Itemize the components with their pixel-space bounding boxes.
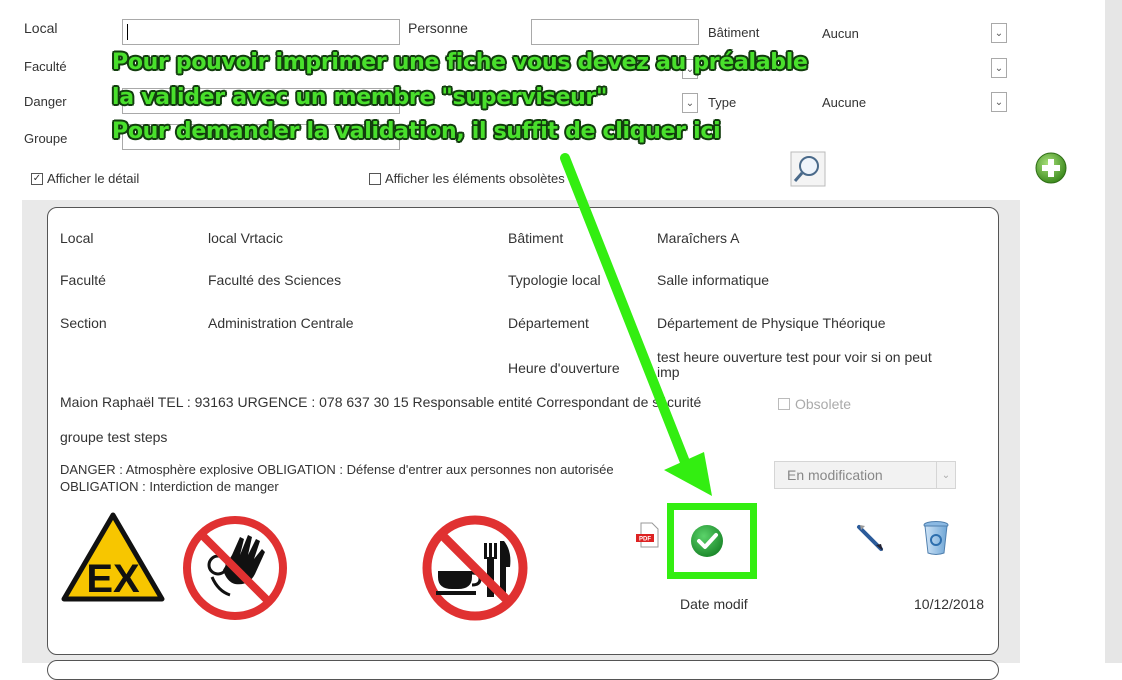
validate-highlight-box xyxy=(667,503,757,579)
obsolete-checkbox[interactable] xyxy=(778,398,790,410)
record-typologie-label: Typologie local xyxy=(508,272,601,288)
record-faculte-value: Faculté des Sciences xyxy=(208,272,342,288)
obsolete-label: Obsolete xyxy=(795,396,852,412)
text-caret xyxy=(127,24,128,40)
add-icon[interactable] xyxy=(1035,152,1067,184)
afficher-obsoletes-label: Afficher les éléments obsolètes xyxy=(385,171,565,186)
filter-batiment-select[interactable]: Aucun ⌄ xyxy=(812,20,1007,46)
status-select[interactable]: En modification ⌄ xyxy=(774,461,956,489)
afficher-detail-label: Afficher le détail xyxy=(47,171,140,186)
filter-type-label: Type xyxy=(708,95,737,110)
chevron-down-icon[interactable]: ⌄ xyxy=(682,93,698,113)
record-section-label: Section xyxy=(60,315,107,331)
status-select-value: En modification xyxy=(787,467,883,483)
chevron-down-icon[interactable]: ⌄ xyxy=(936,462,955,488)
record-batiment-value: Maraîchers A xyxy=(657,230,740,246)
record-departement-value: Département de Physique Théorique xyxy=(657,315,886,331)
filter-batiment-value: Aucun xyxy=(822,26,859,41)
no-eating-sign xyxy=(422,515,528,621)
record-local-label: Local xyxy=(60,230,94,246)
trash-icon[interactable] xyxy=(922,520,950,556)
explosive-atmosphere-sign: EX xyxy=(61,512,165,602)
filter-type-value: Aucune xyxy=(822,95,867,110)
filter-danger-label: Danger xyxy=(24,94,67,109)
right-scroll-band xyxy=(1105,0,1122,663)
next-record-card xyxy=(47,660,999,680)
afficher-detail-checkbox[interactable]: ✓ xyxy=(31,173,43,185)
afficher-obsoletes-checkbox[interactable] xyxy=(369,173,381,185)
record-dangers-line2: OBLIGATION : Interdiction de manger xyxy=(60,479,279,494)
record-heure-value: test heure ouverture test pour voir si o… xyxy=(657,349,932,380)
record-departement-label: Département xyxy=(508,315,589,331)
record-local-value: local Vrtacic xyxy=(208,230,283,246)
record-section-value: Administration Centrale xyxy=(208,315,354,331)
filter-faculte-label: Faculté xyxy=(24,59,67,74)
record-faculte-label: Faculté xyxy=(60,272,106,288)
filter-personne-label: Personne xyxy=(408,20,468,36)
filter-batiment-label: Bâtiment xyxy=(708,25,760,40)
search-icon[interactable] xyxy=(790,151,826,187)
date-modif-label: Date modif xyxy=(680,596,748,612)
chevron-down-icon[interactable]: ⌄ xyxy=(991,58,1007,78)
record-contact: Maion Raphaël TEL : 93163 URGENCE : 078 … xyxy=(60,394,702,410)
record-heure-label: Heure d'ouverture xyxy=(508,360,620,376)
chevron-down-icon[interactable]: ⌄ xyxy=(991,23,1007,43)
annotation-line2: la valider avec un membre "superviseur" xyxy=(112,85,608,110)
filter-groupe-label: Groupe xyxy=(24,131,68,146)
edit-icon[interactable] xyxy=(856,521,886,555)
filter-type-select[interactable]: Aucune ⌄ xyxy=(812,89,1007,115)
filter-select-2[interactable]: ⌄ xyxy=(812,55,1007,81)
pdf-icon-text: PDF xyxy=(639,537,651,543)
filter-local-input[interactable] xyxy=(122,19,400,45)
record-dangers-line1: DANGER : Atmosphère explosive OBLIGATION… xyxy=(60,462,614,477)
pdf-icon[interactable]: PDF xyxy=(635,522,661,548)
no-entry-sign xyxy=(182,515,288,621)
record-groupe: groupe test steps xyxy=(60,429,168,445)
filter-local-label: Local xyxy=(24,20,58,36)
ex-sign-text: EX xyxy=(86,557,140,601)
record-typologie-value: Salle informatique xyxy=(657,272,770,288)
annotation-line1: Pour pouvoir imprimer une fiche vous dev… xyxy=(112,50,808,75)
record-batiment-label: Bâtiment xyxy=(508,230,564,246)
chevron-down-icon[interactable]: ⌄ xyxy=(991,92,1007,112)
date-modif-value: 10/12/2018 xyxy=(914,596,985,612)
filter-personne-input[interactable] xyxy=(531,19,699,45)
annotation-line3: Pour demander la validation, il suffit d… xyxy=(112,119,721,144)
